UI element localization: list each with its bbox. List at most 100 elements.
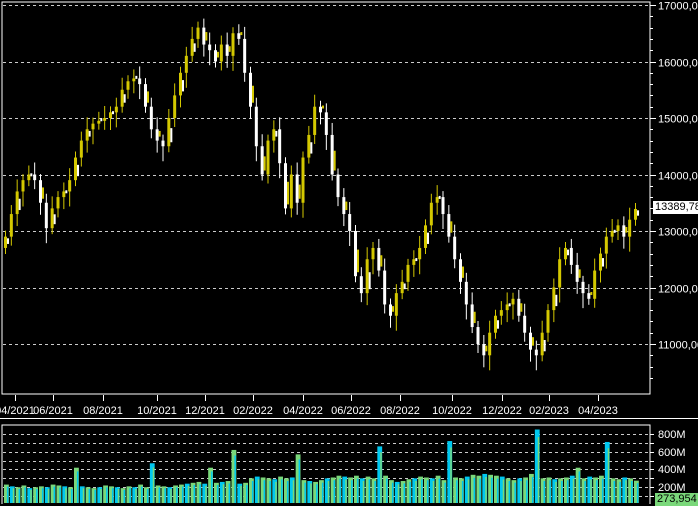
volume-bar <box>368 479 371 503</box>
volume-bar <box>292 480 295 503</box>
candle-body <box>558 259 562 288</box>
volume-bar <box>561 481 563 503</box>
volume-bar <box>158 487 161 503</box>
volume-bar <box>537 437 540 503</box>
candle-body <box>599 253 602 271</box>
candle-body <box>590 291 593 295</box>
volume-bar <box>111 488 114 503</box>
volume-bar <box>193 485 196 503</box>
candle-body <box>380 255 383 267</box>
candle-body <box>488 332 492 356</box>
candle-body <box>543 340 546 352</box>
candle-body <box>383 270 387 305</box>
candle-body <box>581 281 585 294</box>
candle-body <box>342 197 346 215</box>
volume-bar <box>339 478 341 503</box>
volume-bar <box>514 482 516 503</box>
volume-bar <box>613 481 616 503</box>
price-tick-label: 12000,00 <box>658 284 698 296</box>
candle-body <box>53 214 56 225</box>
date-tick-label: 02/2022 <box>233 405 273 417</box>
candle-body <box>196 27 200 39</box>
candle-body <box>27 174 31 181</box>
volume-bar <box>356 478 359 503</box>
candle-body <box>263 156 266 171</box>
candle-body <box>470 304 474 328</box>
candle-body <box>15 191 19 215</box>
candle-body <box>476 327 480 344</box>
candle-body <box>208 44 212 51</box>
volume-bar <box>135 489 137 503</box>
volume-bar <box>257 479 260 503</box>
candle-body <box>462 266 464 278</box>
volume-bar <box>572 478 575 503</box>
volume-bar <box>421 479 423 503</box>
candle-body <box>593 270 597 299</box>
candle-body <box>482 344 486 356</box>
candle-body <box>219 44 223 62</box>
candle-body <box>278 129 282 164</box>
volume-bar <box>631 481 633 503</box>
volume-bar <box>146 489 149 503</box>
volume-bar <box>531 477 534 503</box>
candle-body <box>103 118 107 121</box>
candle-body <box>39 180 42 203</box>
candle-body <box>485 345 488 352</box>
candle-body <box>254 106 258 147</box>
candle-body <box>313 106 317 135</box>
candle-body <box>240 32 243 36</box>
candle-body <box>418 247 422 260</box>
candle-body <box>167 118 171 147</box>
candle-body <box>424 225 427 248</box>
volume-bar <box>467 479 470 503</box>
date-tick-label: 10/2021 <box>137 405 177 417</box>
candle-body <box>523 315 527 333</box>
date-tick-label: 08/2022 <box>380 405 420 417</box>
candle-body <box>138 78 142 85</box>
candle-body <box>310 142 313 154</box>
candle-body <box>243 38 247 73</box>
candle-body <box>44 202 48 229</box>
candle-body <box>68 180 72 192</box>
candle-body <box>65 190 68 194</box>
date-tick-label: 04/2021 <box>0 405 35 417</box>
candle-body <box>287 181 289 205</box>
volume-bar <box>508 481 511 503</box>
candle-body <box>429 202 433 226</box>
price-axis: 17000,00 16000,00 15000,00 14000,00 13000,00… <box>650 1 698 379</box>
price-tick-label: 13000,00 <box>658 227 698 239</box>
candle-body <box>74 157 77 181</box>
price-candles <box>4 18 639 371</box>
volume-bar <box>566 480 569 503</box>
candle-body <box>348 214 352 231</box>
candle-body <box>205 32 208 41</box>
candle-body <box>389 304 392 316</box>
candle-body <box>56 197 60 209</box>
volume-bar <box>240 485 242 503</box>
volume-bar <box>351 480 353 503</box>
candle-body <box>555 294 558 307</box>
candle-body <box>552 287 556 311</box>
candle-body <box>546 310 550 333</box>
volume-bar <box>12 488 15 503</box>
candle-body <box>184 55 188 73</box>
volume-bar <box>18 489 21 503</box>
candle-body <box>365 259 369 294</box>
volume-bar <box>444 482 446 503</box>
candle-body <box>85 129 89 141</box>
candle-body <box>182 80 184 92</box>
candle-body <box>114 106 118 113</box>
candle-body <box>497 320 499 329</box>
volume-bar <box>53 486 56 503</box>
candle-body <box>529 332 532 350</box>
candle-body <box>354 231 357 277</box>
volume-bar <box>432 481 435 503</box>
candle-body <box>91 123 95 130</box>
candle-body <box>307 134 311 158</box>
volume-bar <box>578 471 581 503</box>
volume-bar <box>584 481 586 503</box>
candle-body <box>158 130 161 137</box>
volume-bar <box>170 489 172 503</box>
candle-body <box>441 197 445 215</box>
candle-body <box>508 303 511 307</box>
